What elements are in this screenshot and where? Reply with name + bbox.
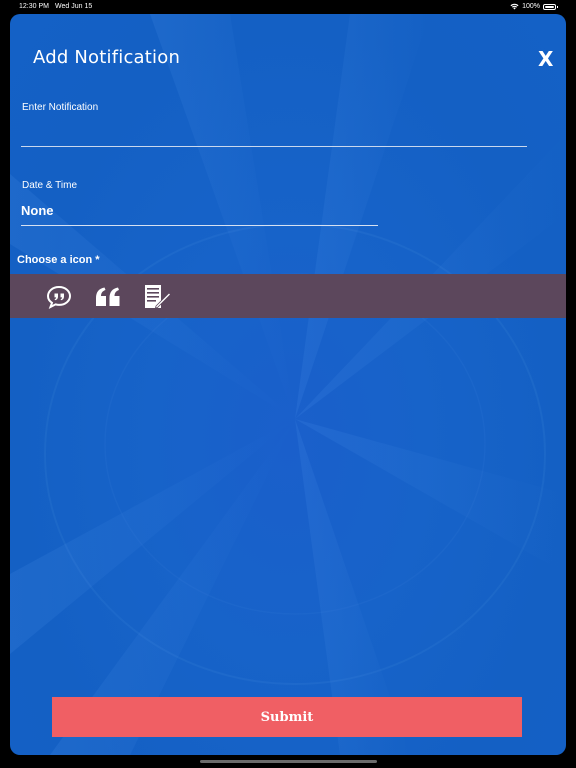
battery-icon	[543, 3, 558, 10]
status-indicators: 100%	[510, 3, 558, 10]
home-indicator	[200, 760, 377, 763]
modal-title: Add Notification	[33, 47, 181, 68]
quote-icon[interactable]	[94, 284, 122, 310]
close-button[interactable]: X	[538, 49, 556, 69]
datetime-label: Date & Time	[22, 180, 78, 191]
submit-button[interactable]: Submit	[52, 697, 522, 737]
battery-percent: 100%	[522, 3, 540, 10]
note-edit-icon[interactable]	[143, 284, 172, 310]
status-bar: 12:30 PM Wed Jun 15 100%	[0, 0, 576, 14]
close-icon: X	[538, 47, 554, 71]
add-notification-modal: Add Notification X Enter Notification Da…	[10, 14, 566, 755]
notification-input[interactable]	[21, 122, 527, 147]
notification-label: Enter Notification	[22, 102, 99, 113]
status-time: 12:30 PM	[19, 3, 49, 10]
icon-chooser-bar	[10, 274, 566, 318]
datetime-value: None	[21, 203, 54, 218]
wifi-icon	[510, 3, 519, 10]
status-date: Wed Jun 15	[55, 3, 93, 10]
speech-bubble-quote-icon[interactable]	[45, 284, 73, 310]
icon-chooser-label: Choose a icon *	[17, 254, 100, 266]
datetime-field[interactable]: None	[21, 202, 378, 226]
